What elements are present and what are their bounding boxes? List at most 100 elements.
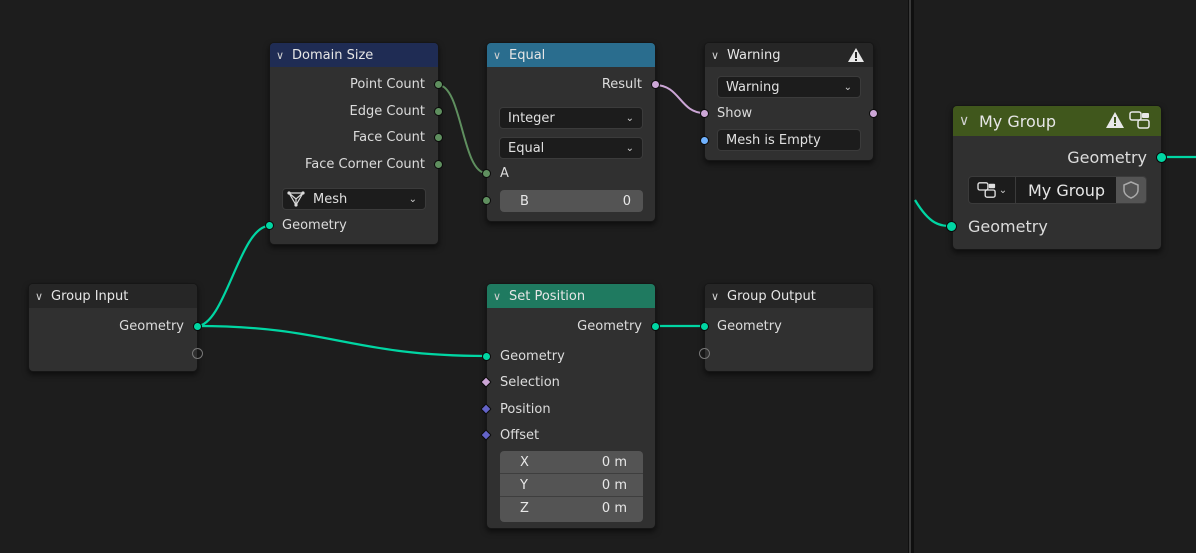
dropdown-arrow-icon: ⌄ (843, 81, 852, 93)
data-type-value: Integer (508, 110, 555, 126)
collapse-chevron-icon[interactable]: ∨ (493, 290, 509, 303)
node-group-icon (977, 182, 996, 198)
node-title: Group Input (51, 288, 129, 304)
socket-group-output-empty[interactable] (699, 348, 710, 359)
offset-z-field[interactable]: Z 0 m (500, 497, 643, 520)
editor-area-divider[interactable] (908, 0, 914, 553)
output-point-count: Point Count (349, 77, 425, 92)
operation-dropdown[interactable]: Equal ⌄ (499, 137, 643, 159)
input-position-label: Position (500, 402, 551, 417)
socket-show[interactable] (700, 109, 709, 118)
node-title: Set Position (509, 288, 586, 304)
socket-edge-count[interactable] (434, 107, 443, 116)
my-group-node[interactable]: ∨ My Group Geometry ⌄ My Group Geometry (952, 105, 1162, 250)
socket-warning-out[interactable] (869, 109, 878, 118)
message-value: Mesh is Empty (726, 132, 821, 148)
dropdown-arrow-icon: ⌄ (408, 193, 417, 205)
axis-label: Z (520, 501, 529, 516)
fake-user-button[interactable] (1116, 177, 1146, 203)
axis-label: X (520, 454, 529, 470)
socket-group-output-geometry[interactable] (700, 322, 709, 331)
socket-domain-geometry-in[interactable] (265, 221, 274, 230)
offset-y-field[interactable]: Y 0 m (500, 474, 643, 497)
axis-value: 0 m (601, 501, 627, 516)
set-position-node[interactable]: ∨ Set Position Geometry Geometry Selecti… (486, 283, 656, 529)
operation-value: Equal (508, 140, 545, 156)
collapse-chevron-icon[interactable]: ∨ (711, 49, 727, 62)
input-show-label: Show (717, 106, 753, 121)
warning-type-dropdown[interactable]: Warning ⌄ (717, 76, 861, 98)
node-title: My Group (979, 111, 1057, 131)
node-title: Equal (509, 47, 546, 63)
group-name-field[interactable]: My Group (1016, 181, 1116, 200)
equal-header[interactable]: ∨ Equal (487, 43, 655, 67)
offset-vector-field[interactable]: X 0 m Y 0 m Z 0 m (500, 451, 643, 522)
socket-set-position-geometry-out[interactable] (651, 322, 660, 331)
component-dropdown[interactable]: Mesh ⌄ (282, 188, 426, 210)
domain-size-header[interactable]: ∨ Domain Size (270, 43, 438, 67)
axis-value: 0 m (601, 454, 627, 470)
socket-my-group-geometry-out[interactable] (1156, 152, 1167, 163)
input-geometry-label: Geometry (968, 217, 1048, 236)
collapse-chevron-icon[interactable]: ∨ (35, 290, 51, 303)
node-group-icon (1129, 111, 1150, 129)
input-offset-label: Offset (500, 428, 540, 443)
node-title: Domain Size (292, 47, 374, 63)
shield-icon (1123, 181, 1139, 199)
socket-my-group-geometry-in[interactable] (946, 221, 957, 232)
warning-icon (848, 48, 864, 62)
dropdown-arrow-icon: ⌄ (625, 112, 634, 124)
socket-point-count[interactable] (434, 80, 443, 89)
warning-node[interactable]: ∨ Warning Warning ⌄ Show Mesh is Empty (704, 42, 874, 161)
warning-type-value: Warning (726, 79, 780, 95)
domain-size-node[interactable]: ∨ Domain Size Point Count Edge Count Fac… (269, 42, 439, 245)
node-group-selector[interactable]: ⌄ My Group (968, 176, 1147, 204)
output-edge-count: Edge Count (349, 104, 425, 119)
link-geometry-to-domain-size (196, 224, 270, 328)
output-geometry-label: Geometry (1067, 148, 1147, 167)
socket-message[interactable] (700, 136, 709, 145)
output-geometry-label: Geometry (577, 319, 642, 334)
browse-node-group-button[interactable]: ⌄ (969, 177, 1016, 203)
axis-label: Y (520, 477, 528, 493)
socket-group-input-empty[interactable] (192, 348, 203, 359)
socket-a[interactable] (482, 169, 491, 178)
collapse-chevron-icon[interactable]: ∨ (493, 49, 509, 62)
offset-x-field[interactable]: X 0 m (500, 451, 643, 474)
input-geometry-label: Geometry (500, 349, 565, 364)
link-geometry-to-set-position (196, 324, 487, 358)
message-field[interactable]: Mesh is Empty (717, 129, 861, 151)
socket-group-input-geometry[interactable] (193, 322, 202, 331)
link-result-to-show (654, 84, 705, 114)
input-b-field[interactable]: B 0 (500, 190, 643, 212)
collapse-chevron-icon[interactable]: ∨ (276, 49, 292, 62)
socket-result[interactable] (651, 80, 660, 89)
group-input-node[interactable]: ∨ Group Input Geometry (28, 283, 198, 372)
group-output-header[interactable]: ∨ Group Output (705, 284, 873, 308)
socket-face-corner-count[interactable] (434, 160, 443, 169)
collapse-chevron-icon[interactable]: ∨ (711, 290, 727, 303)
set-position-header[interactable]: ∨ Set Position (487, 284, 655, 308)
group-input-header[interactable]: ∨ Group Input (29, 284, 197, 308)
input-selection-label: Selection (500, 375, 560, 390)
data-type-dropdown[interactable]: Integer ⌄ (499, 107, 643, 129)
node-title: Warning (727, 47, 781, 63)
mesh-icon (287, 191, 305, 207)
socket-face-count[interactable] (434, 133, 443, 142)
dropdown-arrow-icon: ⌄ (625, 142, 634, 154)
input-a-label: A (500, 166, 509, 181)
link-point-count-to-a (437, 84, 487, 174)
node-title: Group Output (727, 288, 816, 304)
group-output-node[interactable]: ∨ Group Output Geometry (704, 283, 874, 372)
socket-b[interactable] (482, 196, 491, 205)
output-result: Result (601, 77, 642, 92)
chevron-down-icon: ⌄ (998, 184, 1008, 196)
output-face-count: Face Count (352, 130, 425, 145)
input-b-label: B (520, 193, 529, 209)
socket-set-position-geometry-in[interactable] (482, 352, 491, 361)
warning-icon (1106, 112, 1124, 128)
equal-node[interactable]: ∨ Equal Result Integer ⌄ Equal ⌄ A B 0 (486, 42, 656, 222)
component-value: Mesh (313, 191, 348, 207)
collapse-chevron-icon[interactable]: ∨ (959, 113, 979, 129)
output-geometry-label: Geometry (119, 319, 184, 334)
